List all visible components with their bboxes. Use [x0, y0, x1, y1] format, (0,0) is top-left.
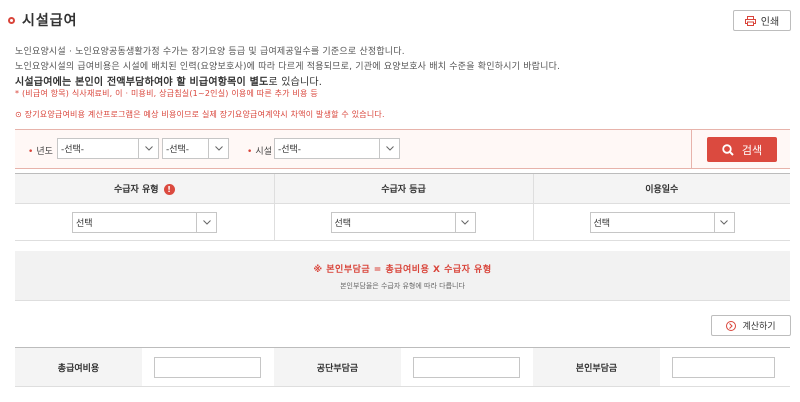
- info-icon[interactable]: !: [163, 184, 175, 195]
- year-label: • 년도: [28, 144, 53, 157]
- corporation-share-label: 공단부담금: [274, 348, 401, 386]
- recipient-type-select-value: 선택: [76, 219, 93, 229]
- formula-panel: ※ 본인부담금 = 총급여비용 X 수급자 유형 본인부담율은 수급자 유형에 …: [15, 251, 790, 301]
- self-pay-cell: 본인부담금: [533, 348, 790, 386]
- total-cost-field[interactable]: [154, 356, 261, 378]
- recipient-grade-select[interactable]: 선택: [330, 212, 476, 233]
- search-button[interactable]: 검색: [707, 137, 777, 162]
- description-line-1: 노인요양시설 · 노인요양공동생활가정 수가는 장기요양 등급 및 급여제공일수…: [15, 47, 405, 57]
- search-divider: [691, 130, 692, 168]
- total-cost-cell: 총급여비용: [15, 348, 274, 386]
- chevron-down-icon: [454, 213, 475, 232]
- chevron-down-icon: [713, 213, 734, 232]
- header-usage-days: 이용일수: [532, 173, 790, 204]
- title-bullet-icon: [8, 16, 15, 24]
- chevron-right-icon: [726, 320, 737, 331]
- estimate-notice: ⊙ 장기요양급여비용 계산프로그램은 예상 비용이므로 실제 장기요양급여계약시…: [15, 109, 385, 120]
- chevron-down-icon: [208, 139, 228, 158]
- month-select[interactable]: -선택-: [162, 138, 229, 159]
- usage-days-select-value: 선택: [593, 219, 611, 229]
- required-dot: •: [28, 147, 34, 157]
- page-title: 시설급여: [22, 13, 78, 29]
- description-line-3-bold: 시설급여에는 본인이 전액부담하여야 할 비급여항목이 별도: [15, 77, 269, 88]
- chevron-down-icon: [138, 139, 158, 158]
- corporation-share-cell: 공단부담금: [274, 348, 533, 386]
- notice-bullet-icon: ⊙: [15, 110, 25, 119]
- usage-days-cell: 선택: [532, 203, 790, 241]
- recipient-table: 수급자 유형! 수급자 등급 이용일수 선택 선택 선택: [15, 173, 790, 241]
- recipient-grade-cell: 선택: [273, 203, 533, 241]
- search-icon: [722, 143, 734, 156]
- year-select[interactable]: -선택-: [57, 138, 159, 159]
- header-recipient-type: 수급자 유형!: [15, 173, 274, 204]
- description-line-3-rest: 로 있습니다.: [268, 77, 323, 88]
- month-select-value: -선택-: [166, 145, 190, 155]
- year-label-text: 년도: [36, 147, 53, 157]
- facility-label: • 시설: [247, 144, 272, 157]
- page-header: 시설급여: [8, 10, 78, 30]
- header-recipient-type-label: 수급자 유형: [113, 185, 159, 195]
- description-line-2: 노인요양시설의 급여비용은 시설에 배치된 인력(요양보호사)에 따라 다르게 …: [15, 62, 561, 72]
- formula-text: ※ 본인부담금 = 총급여비용 X 수급자 유형: [313, 265, 492, 275]
- print-button-label: 인쇄: [760, 17, 780, 28]
- recipient-type-cell: 선택: [15, 203, 274, 241]
- description-line-3: 시설급여에는 본인이 전액부담하여야 할 비급여항목이 별도로 있습니다.: [15, 73, 322, 88]
- facility-select[interactable]: -선택-: [274, 138, 400, 159]
- self-pay-label: 본인부담금: [533, 348, 660, 386]
- total-cost-label: 총급여비용: [15, 348, 142, 386]
- table-header-row: 수급자 유형! 수급자 등급 이용일수: [15, 173, 790, 204]
- estimate-notice-text: 장기요양급여비용 계산프로그램은 예상 비용이므로 실제 장기요양급여계약시 차…: [24, 110, 385, 119]
- usage-days-select[interactable]: 선택: [589, 212, 735, 233]
- calculate-button[interactable]: 계산하기: [711, 315, 791, 336]
- required-dot: •: [247, 147, 253, 157]
- calculate-button-label: 계산하기: [742, 322, 776, 332]
- search-panel: • 년도 -선택- -선택- • 시설 -선택- 검색: [15, 129, 790, 169]
- printer-icon: [744, 15, 756, 26]
- formula-note: 본인부담율은 수급자 유형에 따라 다릅니다: [340, 282, 465, 290]
- search-button-label: 검색: [741, 143, 763, 157]
- facility-select-value: -선택-: [278, 145, 302, 155]
- recipient-grade-select-value: 선택: [334, 219, 352, 229]
- non-covered-items-note: * (비급여 항목) 식사재료비, 이 · 미용비, 상급침실(1~2인실) 이…: [15, 89, 318, 98]
- recipient-type-select[interactable]: 선택: [72, 212, 217, 233]
- header-recipient-grade: 수급자 등급: [273, 173, 533, 204]
- print-button[interactable]: 인쇄: [733, 10, 791, 31]
- result-row: 총급여비용 공단부담금 본인부담금: [15, 347, 790, 387]
- table-row: 선택 선택 선택: [15, 203, 790, 241]
- facility-label-text: 시설: [255, 147, 272, 157]
- chevron-down-icon: [379, 139, 399, 158]
- corporation-share-field[interactable]: [413, 356, 520, 378]
- chevron-down-icon: [196, 213, 216, 232]
- self-pay-field[interactable]: [672, 356, 775, 378]
- year-select-value: -선택-: [61, 145, 85, 155]
